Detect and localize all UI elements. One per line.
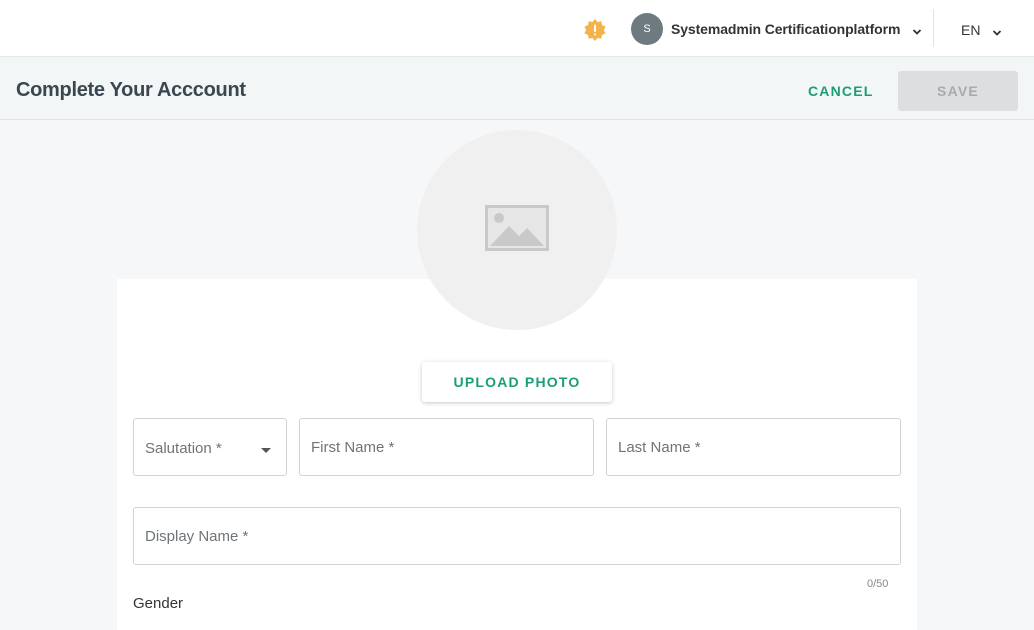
display-name-field[interactable] <box>133 507 901 565</box>
gender-label: Gender <box>133 595 184 612</box>
save-button[interactable]: SAVE <box>898 71 1018 111</box>
first-name-field[interactable] <box>299 418 594 476</box>
user-menu[interactable]: S Systemadmin Certificationplatform <box>631 13 922 45</box>
language-selector[interactable]: EN <box>961 20 1002 40</box>
last-name-field[interactable] <box>606 418 901 476</box>
cancel-button[interactable]: CANCEL <box>802 71 876 111</box>
first-name-input[interactable] <box>300 419 593 475</box>
character-counter: 0/50 <box>867 578 889 590</box>
upload-photo-button[interactable]: UPLOAD PHOTO <box>422 362 612 402</box>
alert-badge-icon[interactable] <box>584 19 606 41</box>
page-header: Complete Your Acccount CANCEL SAVE <box>0 57 1034 120</box>
user-name: Systemadmin Certificationplatform <box>671 21 901 37</box>
chevron-down-icon <box>912 24 922 35</box>
avatar: S <box>631 13 663 45</box>
dropdown-arrow-icon <box>261 448 271 453</box>
salutation-select[interactable]: Salutation * <box>133 418 287 476</box>
page-title: Complete Your Acccount <box>16 79 246 101</box>
chevron-down-icon <box>992 25 1002 36</box>
image-placeholder-icon <box>485 204 549 256</box>
top-navigation-bar: S Systemadmin Certificationplatform EN <box>0 0 1034 57</box>
divider <box>933 9 934 47</box>
profile-photo-placeholder <box>417 130 617 330</box>
last-name-input[interactable] <box>607 419 900 475</box>
language-label: EN <box>961 22 981 38</box>
display-name-input[interactable] <box>134 508 900 564</box>
salutation-label: Salutation * <box>145 440 222 457</box>
